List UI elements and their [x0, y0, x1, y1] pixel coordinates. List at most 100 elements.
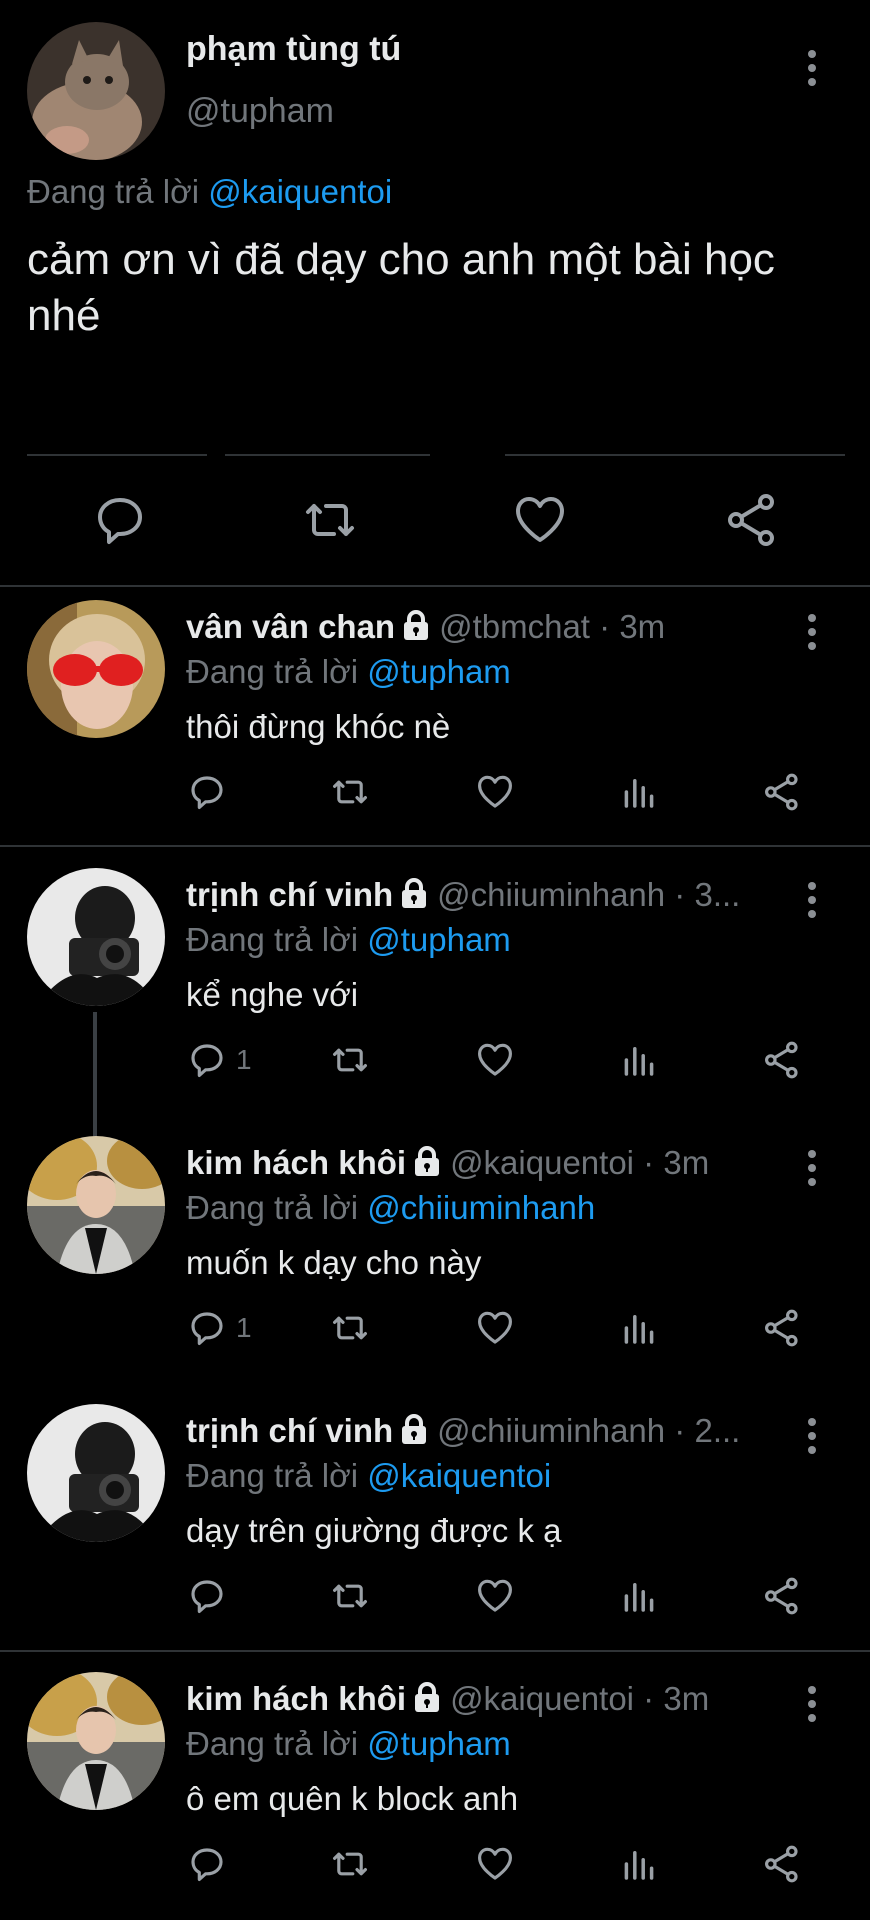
- divider: [27, 454, 207, 456]
- reply-header: trịnh chí vinh @chiiuminhanh · 3...: [186, 876, 806, 917]
- more-vertical-icon[interactable]: [800, 1148, 824, 1188]
- heart-icon[interactable]: [474, 1574, 516, 1618]
- analytics-icon[interactable]: [618, 1038, 660, 1082]
- main-author-handle[interactable]: @tupham: [186, 92, 334, 131]
- lock-icon: [412, 1681, 442, 1721]
- main-author-name[interactable]: phạm tùng tú: [186, 30, 401, 69]
- reply-time: 3...: [694, 876, 741, 913]
- avatar[interactable]: [27, 600, 165, 738]
- reply-icon[interactable]: [90, 490, 150, 550]
- reply-text: ô em quên k block anh: [186, 1780, 519, 1817]
- reply-author-name[interactable]: trịnh chí vinh: [186, 1412, 393, 1449]
- reply-tweet[interactable]: trịnh chí vinh @chiiuminhanh · 3... Đang …: [0, 858, 870, 1125]
- more-vertical-icon[interactable]: [800, 612, 824, 652]
- reply-count: 1: [236, 1044, 252, 1075]
- separator-dot: ·: [634, 1144, 664, 1181]
- reply-tweet[interactable]: kim hách khôi @kaiquentoi · 3m Đang trả l…: [0, 1662, 870, 1920]
- more-vertical-icon[interactable]: [800, 1416, 824, 1456]
- reply-tweet[interactable]: kim hách khôi @kaiquentoi · 3m Đang trả l…: [0, 1126, 870, 1393]
- reply-time: 3m: [619, 608, 666, 645]
- reply-count: 1: [236, 1312, 252, 1343]
- more-vertical-icon[interactable]: [800, 48, 824, 88]
- reply-author-handle[interactable]: @chiiuminhanh: [437, 876, 665, 913]
- heart-icon[interactable]: [474, 1842, 516, 1886]
- retweet-icon[interactable]: [329, 1306, 371, 1350]
- more-vertical-icon[interactable]: [800, 1684, 824, 1724]
- reply-icon: [191, 1044, 223, 1077]
- share-icon[interactable]: [761, 1038, 803, 1082]
- replying-prefix: Đang trả lời: [186, 1457, 368, 1494]
- avatar[interactable]: [27, 868, 165, 1006]
- retweet-icon[interactable]: [300, 490, 360, 550]
- reply-text: muốn k dạy cho này: [186, 1244, 482, 1281]
- retweet-icon[interactable]: [329, 1842, 371, 1886]
- replying-prefix: Đang trả lời: [186, 1725, 368, 1762]
- main-avatar[interactable]: [27, 22, 165, 160]
- heart-icon[interactable]: [474, 1038, 516, 1082]
- share-icon[interactable]: [761, 770, 803, 814]
- separator-dot: ·: [634, 1680, 664, 1717]
- heart-icon[interactable]: [474, 1306, 516, 1350]
- retweet-icon[interactable]: [329, 770, 371, 814]
- replying-mention[interactable]: @chiiuminhanh: [367, 1189, 595, 1226]
- replying-to: Đang trả lời @tupham: [186, 653, 511, 691]
- share-icon[interactable]: [722, 490, 782, 550]
- reply-author-name[interactable]: kim hách khôi: [186, 1144, 406, 1181]
- share-icon[interactable]: [761, 1306, 803, 1350]
- reply-header: kim hách khôi @kaiquentoi · 3m: [186, 1680, 806, 1721]
- reply-text: thôi đừng khóc nè: [186, 708, 451, 745]
- retweet-icon[interactable]: [329, 1574, 371, 1618]
- analytics-icon[interactable]: [618, 1574, 660, 1618]
- reply-author-handle[interactable]: @kaiquentoi: [450, 1680, 634, 1717]
- retweet-icon[interactable]: [329, 1038, 371, 1082]
- replying-mention[interactable]: @kaiquentoi: [208, 173, 392, 210]
- replying-prefix: Đang trả lời: [186, 1189, 368, 1226]
- reply-header: vân vân chan @tbmchat · 3m: [186, 608, 806, 649]
- reply-author-handle[interactable]: @tbmchat: [439, 608, 590, 645]
- avatar[interactable]: [27, 1136, 165, 1274]
- reply-icon: [191, 1580, 223, 1613]
- analytics-icon[interactable]: [618, 1306, 660, 1350]
- replying-prefix: Đang trả lời: [186, 921, 368, 958]
- more-vertical-icon[interactable]: [800, 880, 824, 920]
- divider: [225, 454, 430, 456]
- reply-time: 2...: [694, 1412, 741, 1449]
- replying-mention[interactable]: @tupham: [367, 921, 511, 958]
- heart-icon[interactable]: [474, 770, 516, 814]
- heart-icon[interactable]: [510, 490, 570, 550]
- replying-mention[interactable]: @tupham: [367, 1725, 511, 1762]
- reply-text: kể nghe với: [186, 976, 359, 1013]
- reply-tweet[interactable]: trịnh chí vinh @chiiuminhanh · 2... Đang …: [0, 1394, 870, 1648]
- avatar[interactable]: [27, 1672, 165, 1810]
- reply-button[interactable]: [186, 770, 236, 814]
- reply-author-handle[interactable]: @kaiquentoi: [450, 1144, 634, 1181]
- reply-action-bar: [186, 1842, 826, 1886]
- reply-button[interactable]: 1: [186, 1038, 252, 1082]
- lock-icon: [399, 1413, 429, 1453]
- main-tweet-text: cảm ơn vì đã dạy cho anh một bài học nhé: [27, 235, 775, 340]
- replying-mention[interactable]: @kaiquentoi: [367, 1457, 551, 1494]
- reply-button[interactable]: 1: [186, 1306, 252, 1350]
- replying-mention[interactable]: @tupham: [367, 653, 511, 690]
- avatar[interactable]: [27, 1404, 165, 1542]
- reply-time: 3m: [663, 1144, 710, 1181]
- reply-tweet[interactable]: vân vân chan @tbmchat · 3m Đang trả lời @…: [0, 590, 870, 845]
- reply-button[interactable]: [186, 1574, 236, 1618]
- reply-author-handle[interactable]: @chiiuminhanh: [437, 1412, 665, 1449]
- reply-button[interactable]: [186, 1842, 236, 1886]
- replying-prefix: Đang trả lời: [186, 653, 368, 690]
- analytics-icon[interactable]: [618, 1842, 660, 1886]
- replying-to: Đang trả lời @kaiquentoi: [186, 1457, 551, 1495]
- reply-icon: [191, 1312, 223, 1345]
- share-icon[interactable]: [761, 1574, 803, 1618]
- reply-author-name[interactable]: vân vân chan: [186, 608, 395, 645]
- lock-icon: [412, 1145, 442, 1185]
- reply-author-name[interactable]: kim hách khôi: [186, 1680, 406, 1717]
- analytics-icon[interactable]: [618, 770, 660, 814]
- reply-author-name[interactable]: trịnh chí vinh: [186, 876, 393, 913]
- share-icon[interactable]: [761, 1842, 803, 1886]
- reply-icon: [191, 1848, 223, 1881]
- replying-to: Đang trả lời @tupham: [186, 1725, 511, 1763]
- separator-dot: ·: [665, 1412, 695, 1449]
- replying-prefix: Đang trả lời: [27, 173, 209, 210]
